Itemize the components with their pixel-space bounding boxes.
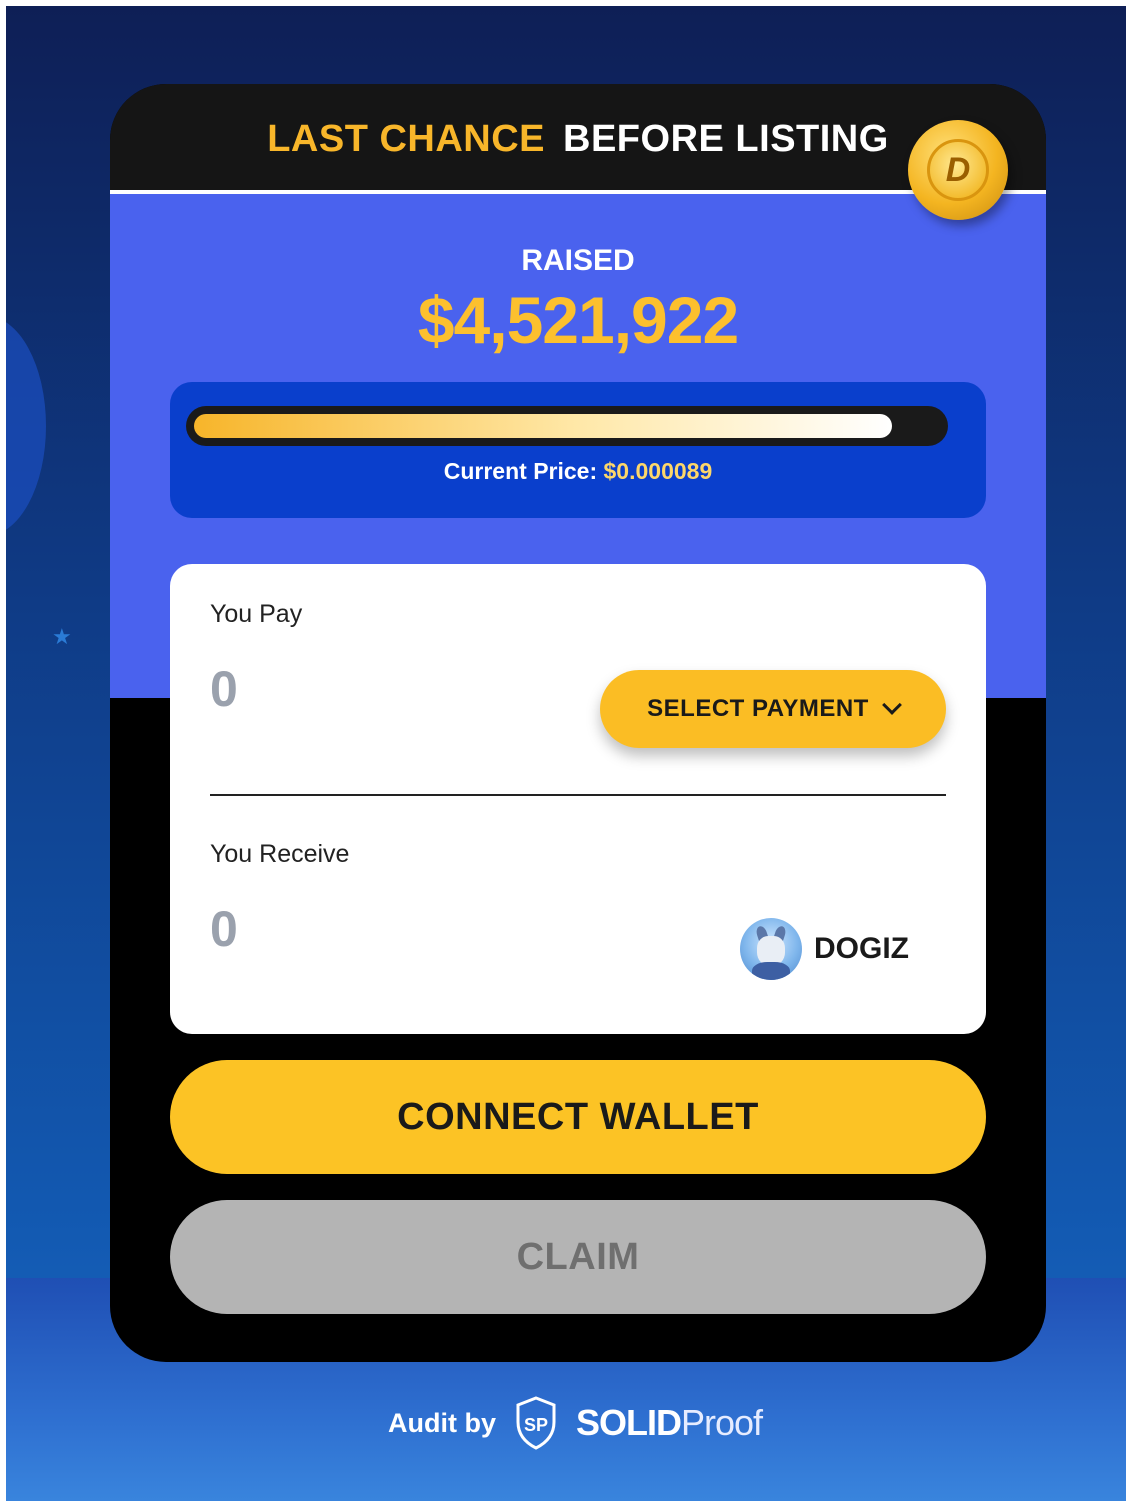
progress-panel: Current Price: $0.000089 — [170, 382, 986, 518]
audit-label: Audit by — [388, 1407, 496, 1438]
coin-letter: D — [927, 139, 989, 201]
dogiz-token-icon — [740, 918, 802, 980]
claim-button[interactable]: CLAIM — [170, 1200, 986, 1314]
current-price: Current Price: $0.000089 — [170, 458, 986, 485]
header-highlight: LAST CHANCE — [267, 117, 546, 160]
receive-amount-input[interactable] — [210, 900, 510, 958]
you-receive-label: You Receive — [210, 840, 350, 868]
pay-amount-input[interactable] — [210, 660, 510, 718]
solidproof-logo: SOLIDProof — [576, 1402, 763, 1443]
swap-form: You Pay SELECT PAYMENT You Receive DOGIZ — [170, 564, 986, 1034]
progress-fill — [194, 414, 892, 438]
current-price-value: $0.000089 — [603, 458, 713, 484]
header-title: BEFORE LISTING — [563, 117, 889, 160]
raised-label: RAISED — [521, 244, 635, 277]
audit-badge[interactable]: Audit by SP SOLIDProof — [388, 1396, 763, 1450]
form-divider — [210, 794, 946, 796]
connect-wallet-button[interactable]: CONNECT WALLET — [170, 1060, 986, 1174]
background-moon — [6, 316, 46, 536]
coin-icon: D — [908, 120, 1008, 220]
select-payment-button[interactable]: SELECT PAYMENT — [600, 670, 946, 748]
receive-token: DOGIZ — [740, 918, 909, 980]
progress-bar — [186, 406, 948, 446]
widget-header: LAST CHANCE BEFORE LISTING — [110, 84, 1046, 190]
solidproof-shield-icon: SP — [516, 1396, 556, 1450]
select-payment-label: SELECT PAYMENT — [647, 695, 869, 722]
you-pay-label: You Pay — [210, 600, 303, 628]
token-name: DOGIZ — [814, 932, 909, 965]
raised-amount: $4,521,922 — [417, 283, 739, 357]
star-icon: ★ — [52, 624, 72, 649]
chevron-down-icon — [881, 695, 902, 715]
current-price-label: Current Price: — [443, 458, 598, 484]
svg-text:SP: SP — [524, 1415, 548, 1435]
presale-widget: LAST CHANCE BEFORE LISTING RAISED $4,521… — [110, 84, 1046, 1362]
